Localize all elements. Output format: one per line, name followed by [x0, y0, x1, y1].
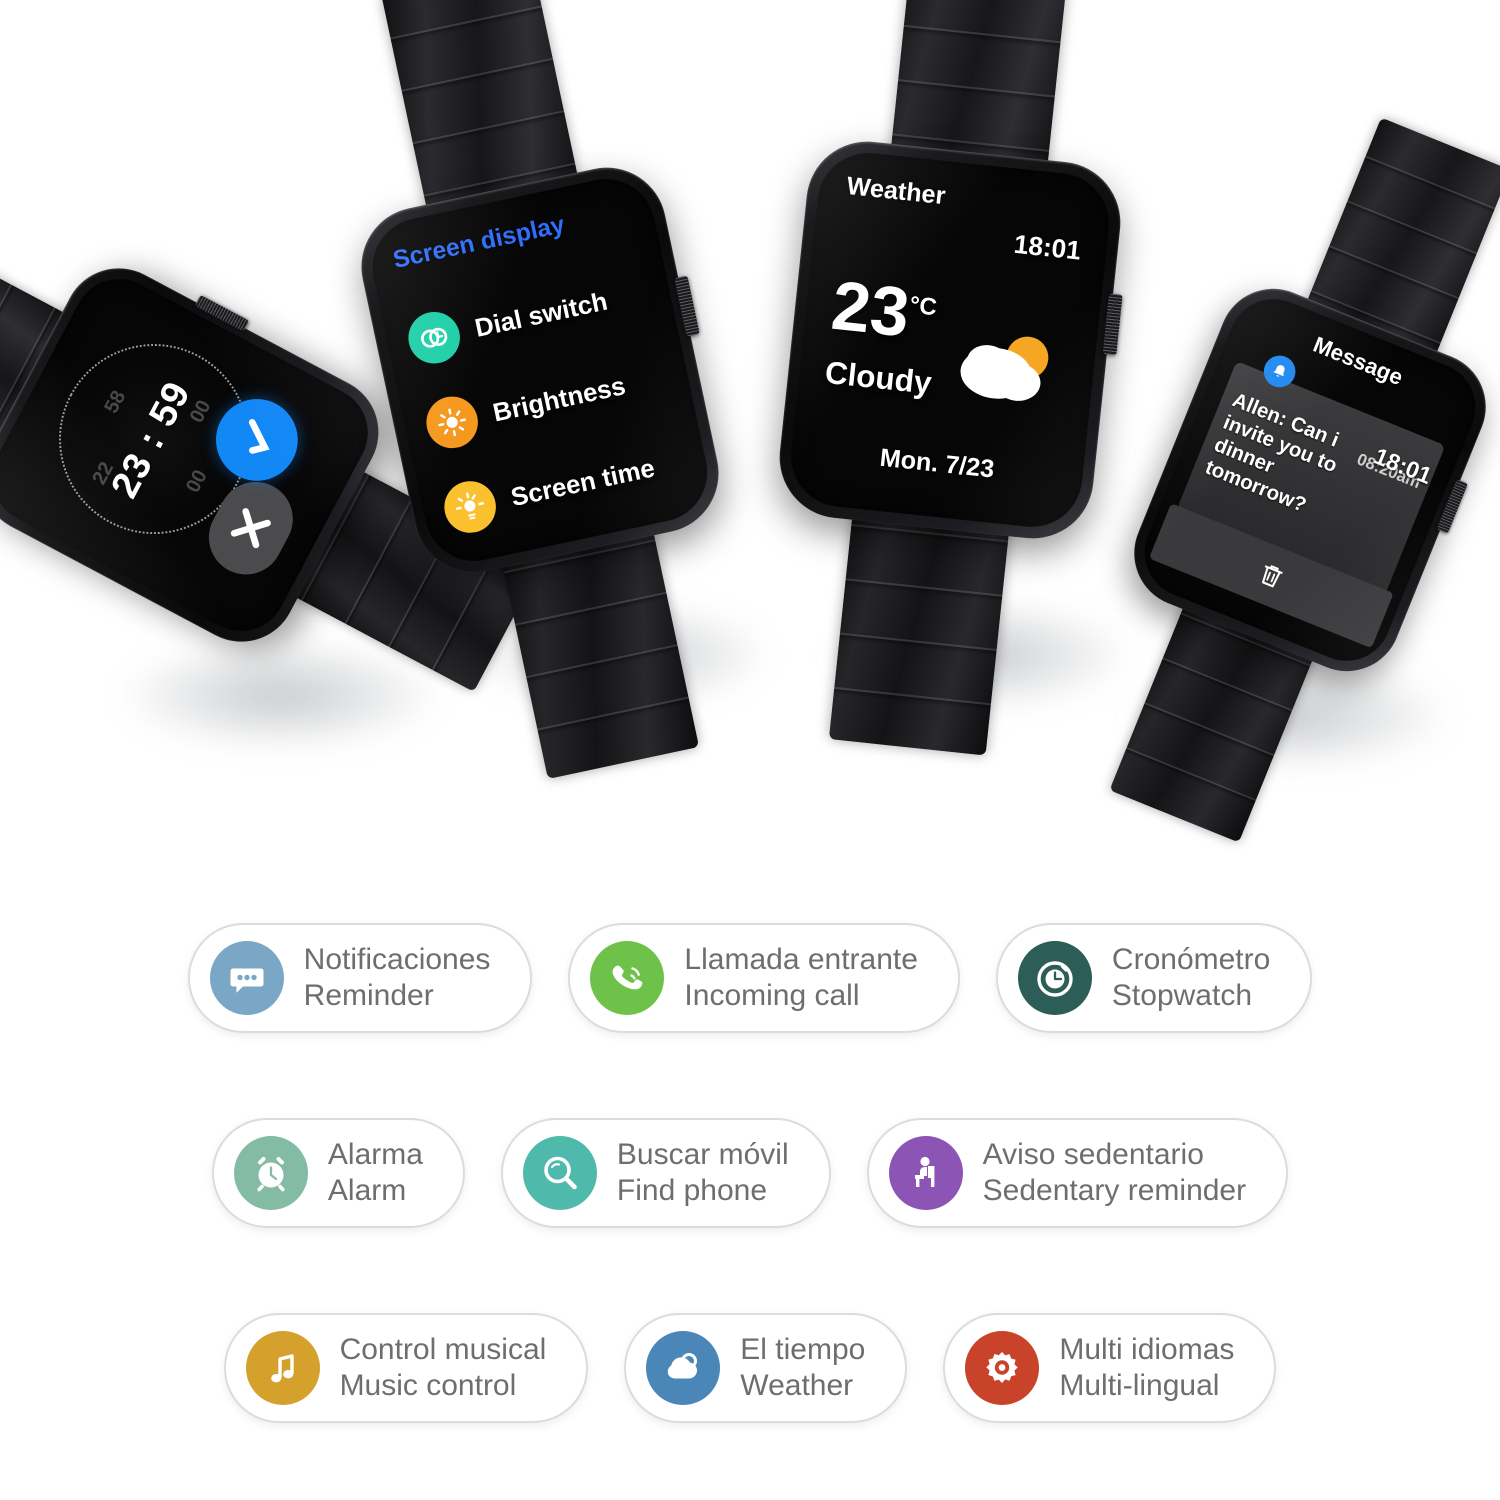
feature-label-en: Find phone — [616, 1173, 768, 1207]
alarm-clock-icon — [233, 1135, 308, 1210]
feature-label-es: El tiempo — [740, 1333, 866, 1367]
feature-label-en: Alarm — [327, 1173, 407, 1207]
feature-label-es: Notificaciones — [303, 943, 491, 977]
feature-row-2: Alarma Alarm Buscar móvil Find phone Avi… — [0, 1075, 1500, 1270]
crown-button[interactable] — [674, 275, 700, 337]
gear-icon — [965, 1330, 1040, 1405]
feature-label: Cronómetro Stopwatch — [1112, 942, 1270, 1013]
menu-item-dial-switch[interactable]: Dial switch — [403, 265, 663, 369]
stopwatch-icon — [1017, 940, 1092, 1015]
feature-label-es: Aviso sedentario — [982, 1138, 1204, 1172]
feature-label: Multi idiomas Multi-lingual — [1059, 1332, 1234, 1403]
check-icon — [248, 419, 270, 455]
feature-badge-alarm[interactable]: Alarma Alarm — [211, 1117, 465, 1228]
feature-label-es: Llamada entrante — [684, 943, 918, 977]
feature-label-es: Control musical — [339, 1333, 547, 1367]
feature-badge-incoming-call[interactable]: Llamada entrante Incoming call — [568, 922, 960, 1033]
feature-badge-music-control[interactable]: Control musical Music control — [223, 1312, 589, 1423]
watch-alarm: 22 58 00 00 23 : 59 — [0, 218, 541, 692]
menu-item-label: Screen time — [508, 453, 658, 512]
temperature-value: 23°C — [828, 266, 939, 351]
feature-badge-weather[interactable]: El tiempo Weather — [624, 1312, 908, 1423]
menu-item-brightness[interactable]: Brightness — [421, 350, 681, 453]
feature-badge-reminder[interactable]: Notificaciones Reminder — [187, 922, 533, 1033]
menu-item-label: Brightness — [490, 371, 628, 428]
feature-label-en: Multi-lingual — [1059, 1368, 1220, 1402]
magnifier-icon — [522, 1135, 597, 1210]
shadow — [120, 640, 440, 750]
watch-weather: Weather 18:01 23°C Cloudy Mon. 7/23 — [773, 0, 1127, 756]
feature-badge-grid: Notificaciones Reminder Llamada entrante… — [0, 880, 1500, 1500]
watch-screen[interactable]: Weather 18:01 23°C Cloudy Mon. 7/23 — [786, 148, 1114, 532]
feature-label-en: Incoming call — [684, 978, 860, 1012]
feature-badge-find-phone[interactable]: Buscar móvil Find phone — [500, 1117, 831, 1228]
feature-label: Aviso sedentario Sedentary reminder — [983, 1137, 1246, 1208]
weather-condition: Cloudy — [823, 355, 934, 402]
trash-icon[interactable] — [1250, 554, 1294, 598]
weather-title: Weather — [845, 172, 947, 211]
dial-switch-icon — [403, 307, 465, 369]
feature-badge-sedentary[interactable]: Aviso sedentario Sedentary reminder — [866, 1117, 1289, 1228]
weather-date: Mon. 7/23 — [878, 443, 996, 484]
watch-screen[interactable]: Screen display Dial switch Brightness Sc… — [363, 169, 717, 571]
feature-label: El tiempo Weather — [740, 1332, 865, 1403]
feature-row-1: Notificaciones Reminder Llamada entrante… — [0, 880, 1500, 1075]
menu-item-screen-time[interactable]: Screen time — [439, 434, 699, 538]
chat-bubble-icon — [209, 940, 284, 1015]
feature-label-es: Alarma — [327, 1138, 423, 1172]
weather-clock: 18:01 — [1012, 229, 1083, 266]
feature-label: Alarma Alarm — [328, 1137, 423, 1208]
feature-badge-stopwatch[interactable]: Cronómetro Stopwatch — [995, 922, 1313, 1033]
feature-label-es: Multi idiomas — [1059, 1333, 1235, 1367]
menu-item-label: Dial switch — [472, 286, 610, 343]
phone-call-icon — [590, 940, 665, 1015]
feature-label-en: Reminder — [303, 978, 434, 1012]
feature-row-3: Control musical Music control El tiempo … — [0, 1270, 1500, 1465]
temperature-unit: °C — [908, 290, 939, 321]
music-note-icon — [245, 1330, 320, 1405]
message-text: Allen: Can i invite you to dinner tomorr… — [1202, 388, 1376, 533]
feature-label-en: Weather — [740, 1368, 854, 1402]
feature-label-es: Cronómetro — [1111, 943, 1271, 977]
watch-message: Message Allen: Can i invite you to dinne… — [1109, 117, 1500, 843]
temperature-number: 23 — [828, 265, 914, 352]
crown-button[interactable] — [1102, 293, 1123, 356]
watch-case: Weather 18:01 23°C Cloudy Mon. 7/23 — [773, 135, 1127, 545]
brightness-sun-icon — [421, 391, 483, 453]
cloud-icon — [646, 1330, 721, 1405]
feature-label-en: Music control — [339, 1368, 517, 1402]
close-icon — [230, 508, 271, 549]
feature-label-es: Buscar móvil — [616, 1138, 789, 1172]
cloud-sun-icon — [960, 336, 1049, 401]
sedentary-person-icon — [888, 1135, 963, 1210]
menu-title: Screen display — [390, 210, 568, 275]
feature-label: Buscar móvil Find phone — [617, 1137, 789, 1208]
feature-label: Llamada entrante Incoming call — [684, 942, 918, 1013]
product-photo-stage: 22 58 00 00 23 : 59 Screen display Dial … — [0, 0, 1500, 870]
feature-label: Control musical Music control — [340, 1332, 547, 1403]
screen-time-sun-icon — [439, 476, 501, 538]
feature-label-en: Sedentary reminder — [982, 1173, 1247, 1207]
feature-label: Notificaciones Reminder — [304, 942, 491, 1013]
feature-badge-multilingual[interactable]: Multi idiomas Multi-lingual — [943, 1312, 1277, 1423]
feature-label-en: Stopwatch — [1111, 978, 1253, 1012]
